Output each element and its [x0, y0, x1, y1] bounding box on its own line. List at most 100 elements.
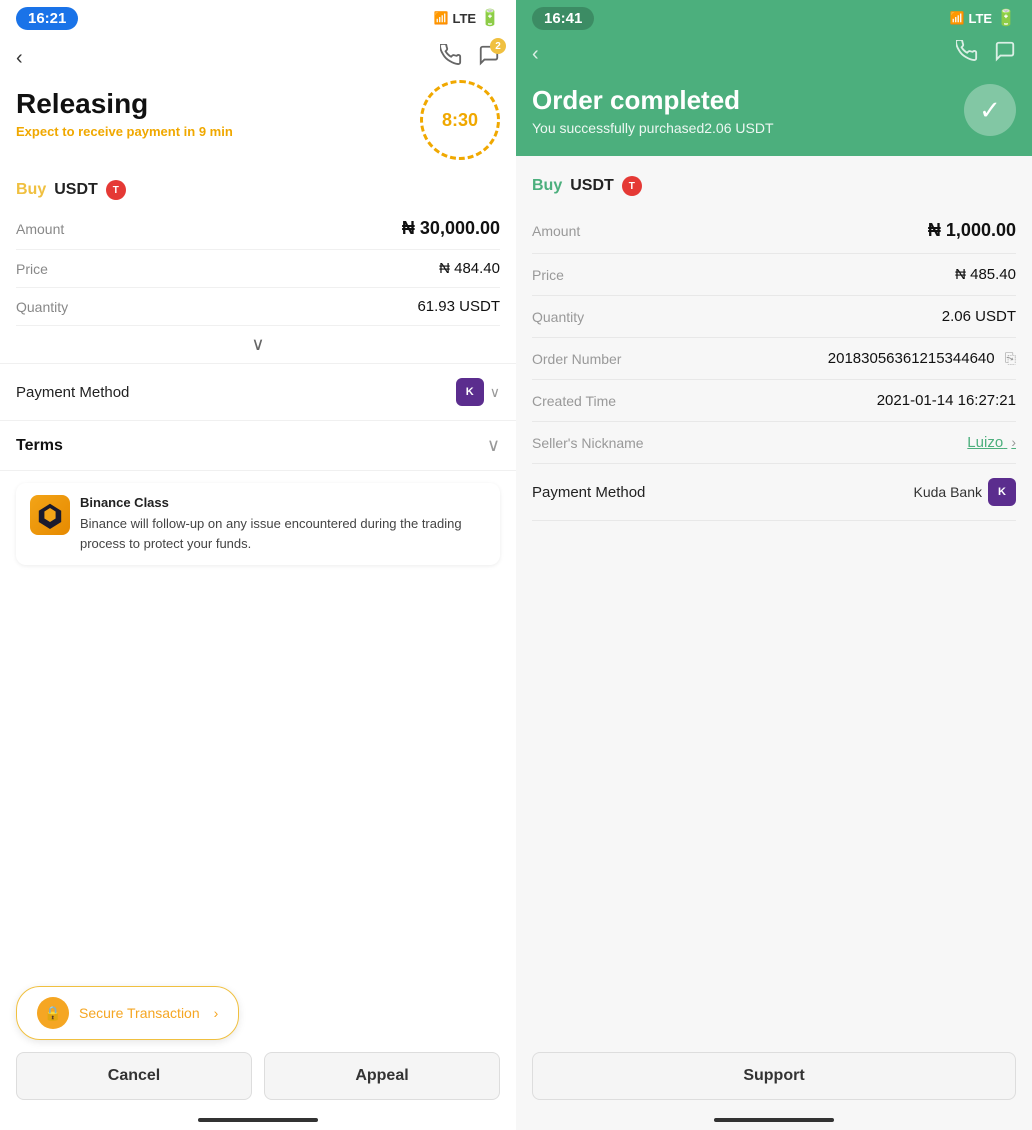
kuda-icon-left: K [456, 378, 484, 406]
nav-icons-right [956, 40, 1016, 68]
right-content: Buy USDT T Amount ₦ 1,000.00 Price ₦ 485… [516, 156, 1032, 1130]
secure-banner[interactable]: 🔒 Secure Transaction › [16, 986, 239, 1040]
buy-label-right: Buy [532, 177, 562, 195]
expect-min: 9 min [199, 124, 233, 139]
price-value-left: ₦ 484.40 [439, 260, 500, 277]
usdt-label-left: USDT [54, 181, 98, 199]
home-indicator-left [198, 1118, 318, 1122]
binance-text: Binance Class Binance will follow-up on … [80, 495, 486, 553]
signal-icon-right: 📶 [950, 11, 965, 25]
order-completed-header: 16:41 📶 LTE 🔋 ‹ [516, 0, 1032, 156]
secure-text: Secure Transaction [79, 1005, 200, 1021]
amount-row-left: Amount ₦ 30,000.00 [16, 208, 500, 250]
bottom-buttons-left: Cancel Appeal [0, 1052, 516, 1100]
status-bar-left: 16:21 📶 LTE 🔋 [0, 0, 516, 36]
completed-subtitle: You successfully purchased2.06 USDT [532, 120, 774, 136]
lte-label-left: LTE [452, 11, 476, 26]
price-value-right: ₦ 485.40 [955, 266, 1016, 283]
quantity-label-left: Quantity [16, 299, 68, 315]
battery-icon-right: 🔋 [996, 8, 1016, 28]
releasing-info: Releasing Expect to receive payment in 9… [16, 88, 233, 139]
created-time-row: Created Time 2021-01-14 16:27:21 [532, 380, 1016, 422]
price-label-right: Price [532, 267, 564, 283]
nav-icons-left: 2 [440, 44, 500, 72]
home-indicator-right [714, 1118, 834, 1122]
link-arrow-icon: › [1011, 434, 1016, 450]
quantity-label-right: Quantity [532, 309, 584, 325]
payment-method-label-right: Payment Method [532, 484, 645, 501]
amount-value-left: ₦ 30,000.00 [402, 218, 500, 239]
price-label-left: Price [16, 261, 48, 277]
kuda-text-right: Kuda Bank [914, 484, 983, 500]
binance-title: Binance Class [80, 495, 486, 510]
payment-method-row-left[interactable]: Payment Method K ∨ [0, 364, 516, 421]
nav-bar-right: ‹ [532, 36, 1016, 76]
binance-logo [30, 495, 70, 535]
tron-icon-left: T [106, 180, 126, 200]
binance-card: Binance Class Binance will follow-up on … [16, 483, 500, 565]
tron-icon-right: T [622, 176, 642, 196]
payment-chevron: ∨ [490, 384, 500, 401]
buy-row-left: Buy USDT T [0, 172, 516, 208]
completed-title: Order completed [532, 85, 774, 116]
secure-icon: 🔒 [37, 997, 69, 1029]
left-panel: 16:21 📶 LTE 🔋 ‹ 2 Releasing [0, 0, 516, 1130]
chat-icon-right[interactable] [994, 40, 1016, 68]
chat-icon-left[interactable]: 2 [478, 44, 500, 72]
phone-icon-right[interactable] [956, 40, 978, 68]
seller-nickname-label: Seller's Nickname [532, 435, 644, 451]
usdt-label-right: USDT [570, 177, 614, 195]
payment-method-section-right: Payment Method Kuda Bank K [532, 464, 1016, 521]
check-circle: ✓ [964, 84, 1016, 136]
amount-value-right: ₦ 1,000.00 [928, 220, 1016, 241]
payment-method-right: K ∨ [456, 378, 500, 406]
cancel-button[interactable]: Cancel [16, 1052, 252, 1100]
status-bar-right: 16:41 📶 LTE 🔋 [532, 0, 1016, 36]
time-left: 16:21 [16, 7, 78, 30]
amount-label-left: Amount [16, 221, 64, 237]
buy-row-right: Buy USDT T [532, 172, 1016, 208]
bottom-buttons-right: Support [516, 1052, 1032, 1100]
binance-desc: Binance will follow-up on any issue enco… [80, 514, 486, 553]
terms-chevron: ∨ [487, 435, 500, 456]
quantity-row-left: Quantity 61.93 USDT [16, 288, 500, 326]
payment-method-label-left: Payment Method [16, 384, 129, 401]
header-section-left: Releasing Expect to receive payment in 9… [0, 80, 516, 172]
back-button-left[interactable]: ‹ [16, 47, 23, 70]
payment-method-right-right: Kuda Bank K [914, 478, 1017, 506]
buy-label-left: Buy [16, 181, 46, 199]
amount-row-right: Amount ₦ 1,000.00 [532, 208, 1016, 254]
chat-badge: 2 [490, 38, 506, 54]
copy-icon[interactable]: ⎘ [1005, 350, 1016, 367]
seller-nickname-value[interactable]: Luizo › [967, 434, 1016, 451]
appeal-button[interactable]: Appeal [264, 1052, 500, 1100]
expand-row[interactable]: ∨ [0, 326, 516, 364]
terms-label: Terms [16, 437, 63, 455]
releasing-title: Releasing [16, 88, 233, 120]
completed-text: Order completed You successfully purchas… [532, 85, 774, 136]
support-button[interactable]: Support [532, 1052, 1016, 1100]
nav-bar-left: ‹ 2 [0, 36, 516, 80]
quantity-row-right: Quantity 2.06 USDT [532, 296, 1016, 338]
secure-chevron: › [214, 1005, 219, 1021]
time-right: 16:41 [532, 7, 594, 30]
back-button-right[interactable]: ‹ [532, 43, 539, 66]
phone-icon-left[interactable] [440, 44, 462, 72]
created-time-label: Created Time [532, 393, 616, 409]
price-row-left: Price ₦ 484.40 [16, 250, 500, 288]
amount-label-right: Amount [532, 223, 580, 239]
battery-icon-left: 🔋 [480, 8, 500, 28]
seller-nickname-row: Seller's Nickname Luizo › [532, 422, 1016, 464]
order-number-label: Order Number [532, 351, 621, 367]
info-rows-right: Amount ₦ 1,000.00 Price ₦ 485.40 Quantit… [532, 208, 1016, 464]
signal-icon: 📶 [434, 11, 449, 25]
chevron-down-icon: ∨ [251, 334, 264, 355]
signal-area-right: 📶 LTE 🔋 [950, 8, 1016, 28]
created-time-value: 2021-01-14 16:27:21 [877, 392, 1016, 409]
lte-label-right: LTE [968, 11, 992, 26]
price-row-right: Price ₦ 485.40 [532, 254, 1016, 296]
signal-area-left: 📶 LTE 🔋 [434, 8, 500, 28]
order-number-row: Order Number 20183056361215344640 ⎘ [532, 338, 1016, 380]
order-number-value: 20183056361215344640 ⎘ [828, 350, 1016, 367]
terms-row[interactable]: Terms ∨ [0, 421, 516, 471]
